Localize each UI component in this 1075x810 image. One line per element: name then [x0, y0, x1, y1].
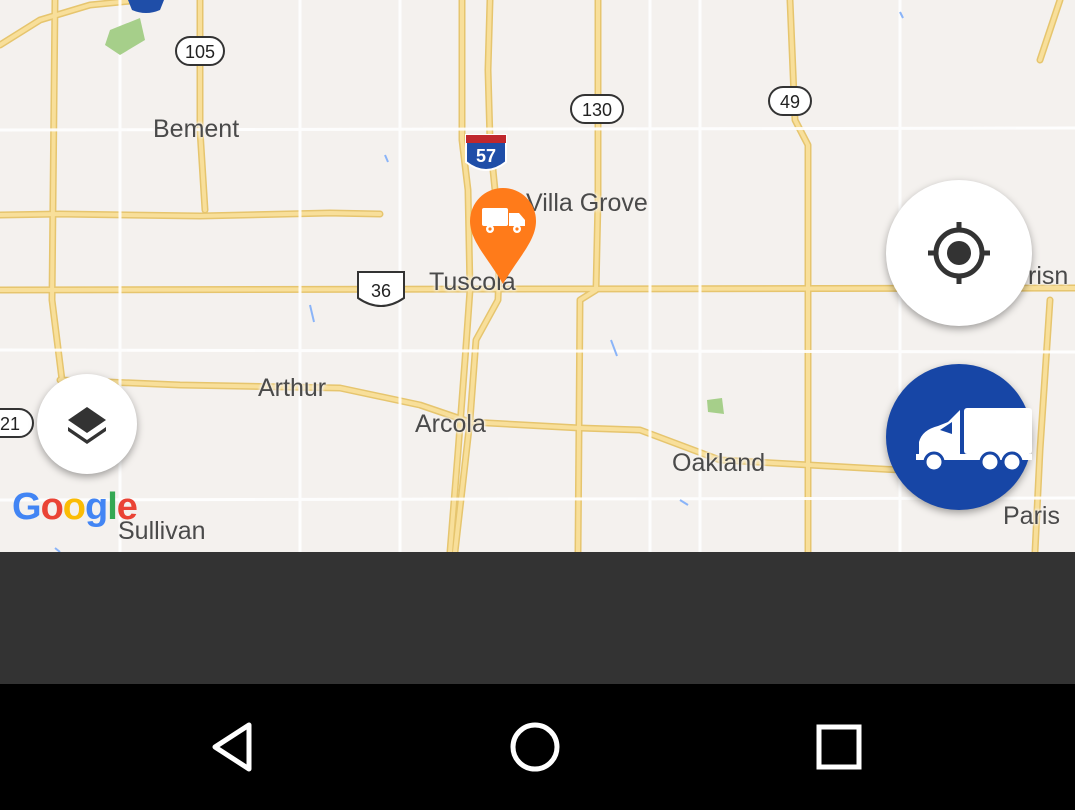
city-label-arcola: Arcola [415, 410, 486, 438]
recents-square-icon [816, 724, 862, 770]
home-circle-icon [510, 722, 560, 772]
city-label-arthur: Arthur [258, 374, 327, 402]
layers-icon [68, 407, 106, 444]
google-logo: Google [12, 486, 138, 528]
recents-button[interactable] [794, 704, 884, 790]
home-button[interactable] [490, 704, 580, 790]
il-49-shield: 49 [768, 86, 812, 116]
city-label-bement: Bement [153, 115, 240, 143]
my-location-button[interactable] [886, 180, 1032, 326]
interstate-57-label: 57 [475, 146, 497, 166]
il-121-shield: 21 [0, 408, 34, 438]
truck-location-marker[interactable] [468, 186, 538, 286]
system-navigation-bar [0, 684, 1075, 810]
city-label-chrisman-partial: risn [1028, 262, 1069, 290]
truck-icon [916, 408, 1032, 473]
bottom-panel [0, 552, 1075, 684]
back-triangle-icon [212, 722, 252, 772]
truck-mode-button[interactable] [886, 364, 1032, 510]
crosshair-icon [928, 222, 990, 284]
city-label-villa-grove: Villa Grove [526, 189, 648, 217]
il-130-shield: 130 [570, 94, 624, 124]
map-view[interactable]: 57 36 105 130 49 21 Bement Villa Grove T… [0, 0, 1075, 552]
city-label-oakland: Oakland [672, 449, 766, 477]
back-button[interactable] [188, 704, 278, 790]
il-105-shield: 105 [175, 36, 225, 66]
map-layers-button[interactable] [37, 374, 137, 474]
us-36-label: 36 [370, 281, 392, 301]
